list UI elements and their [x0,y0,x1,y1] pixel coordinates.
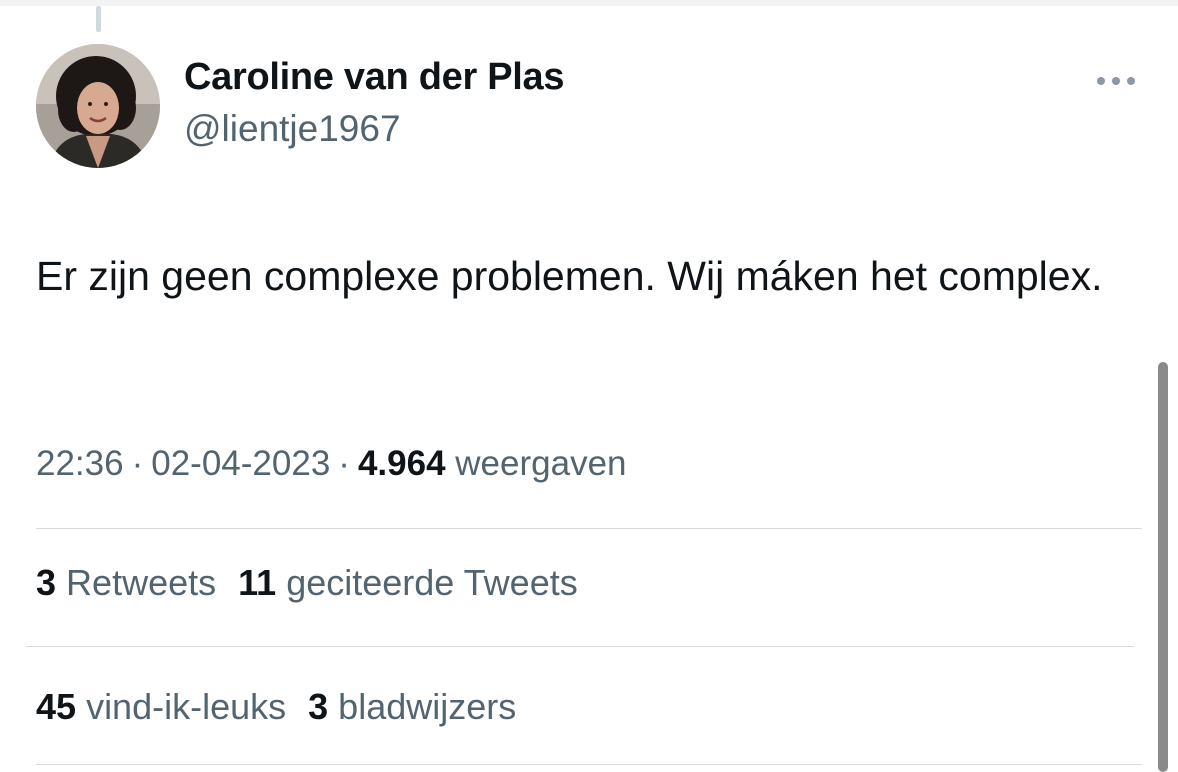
likes-label: vind-ik-leuks [86,686,287,727]
retweets-stat[interactable]: 3 Retweets [36,562,216,603]
divider [36,764,1142,765]
views-count: 4.964 [357,444,446,483]
more-horizontal-icon [1097,77,1135,85]
avatar-image [36,44,160,168]
avatar[interactable] [36,44,160,168]
tweet-meta: 22:36 · 02-04-2023 · 4.964 weergaven [36,444,627,484]
stats-row-retweets: 3 Retweets 11 geciteerde Tweets [36,562,600,604]
quotes-label: geciteerde Tweets [286,562,578,603]
author-name[interactable]: Caroline van der Plas [184,56,565,99]
tweet-date[interactable]: 02-04-2023 [151,444,330,483]
bookmarks-label: bladwijzers [338,686,517,727]
meta-separator: · [131,444,144,483]
bookmarks-stat[interactable]: 3 bladwijzers [308,686,516,727]
stats-row-likes: 45 vind-ik-leuks 3 bladwijzers [36,686,538,728]
meta-separator: · [338,444,350,483]
retweets-count: 3 [36,562,57,603]
more-options-button[interactable] [1092,66,1140,96]
author-handle[interactable]: @lientje1967 [184,108,401,150]
retweets-label: Retweets [66,562,217,603]
tweet-text: Er zijn geen complexe problemen. Wij mák… [36,253,1103,299]
divider [36,528,1142,529]
likes-stat[interactable]: 45 vind-ik-leuks [36,686,286,727]
bookmarks-count: 3 [308,686,329,727]
top-strip [0,0,1178,6]
tweet-time[interactable]: 22:36 [36,444,124,483]
quote-tweets-stat[interactable]: 11 geciteerde Tweets [238,562,578,603]
quotes-count: 11 [238,562,277,603]
scrollbar[interactable] [1158,362,1168,772]
divider [26,646,1134,647]
thread-connector-line [96,6,101,32]
likes-count: 45 [36,686,77,727]
views-label: weergaven [455,444,627,483]
